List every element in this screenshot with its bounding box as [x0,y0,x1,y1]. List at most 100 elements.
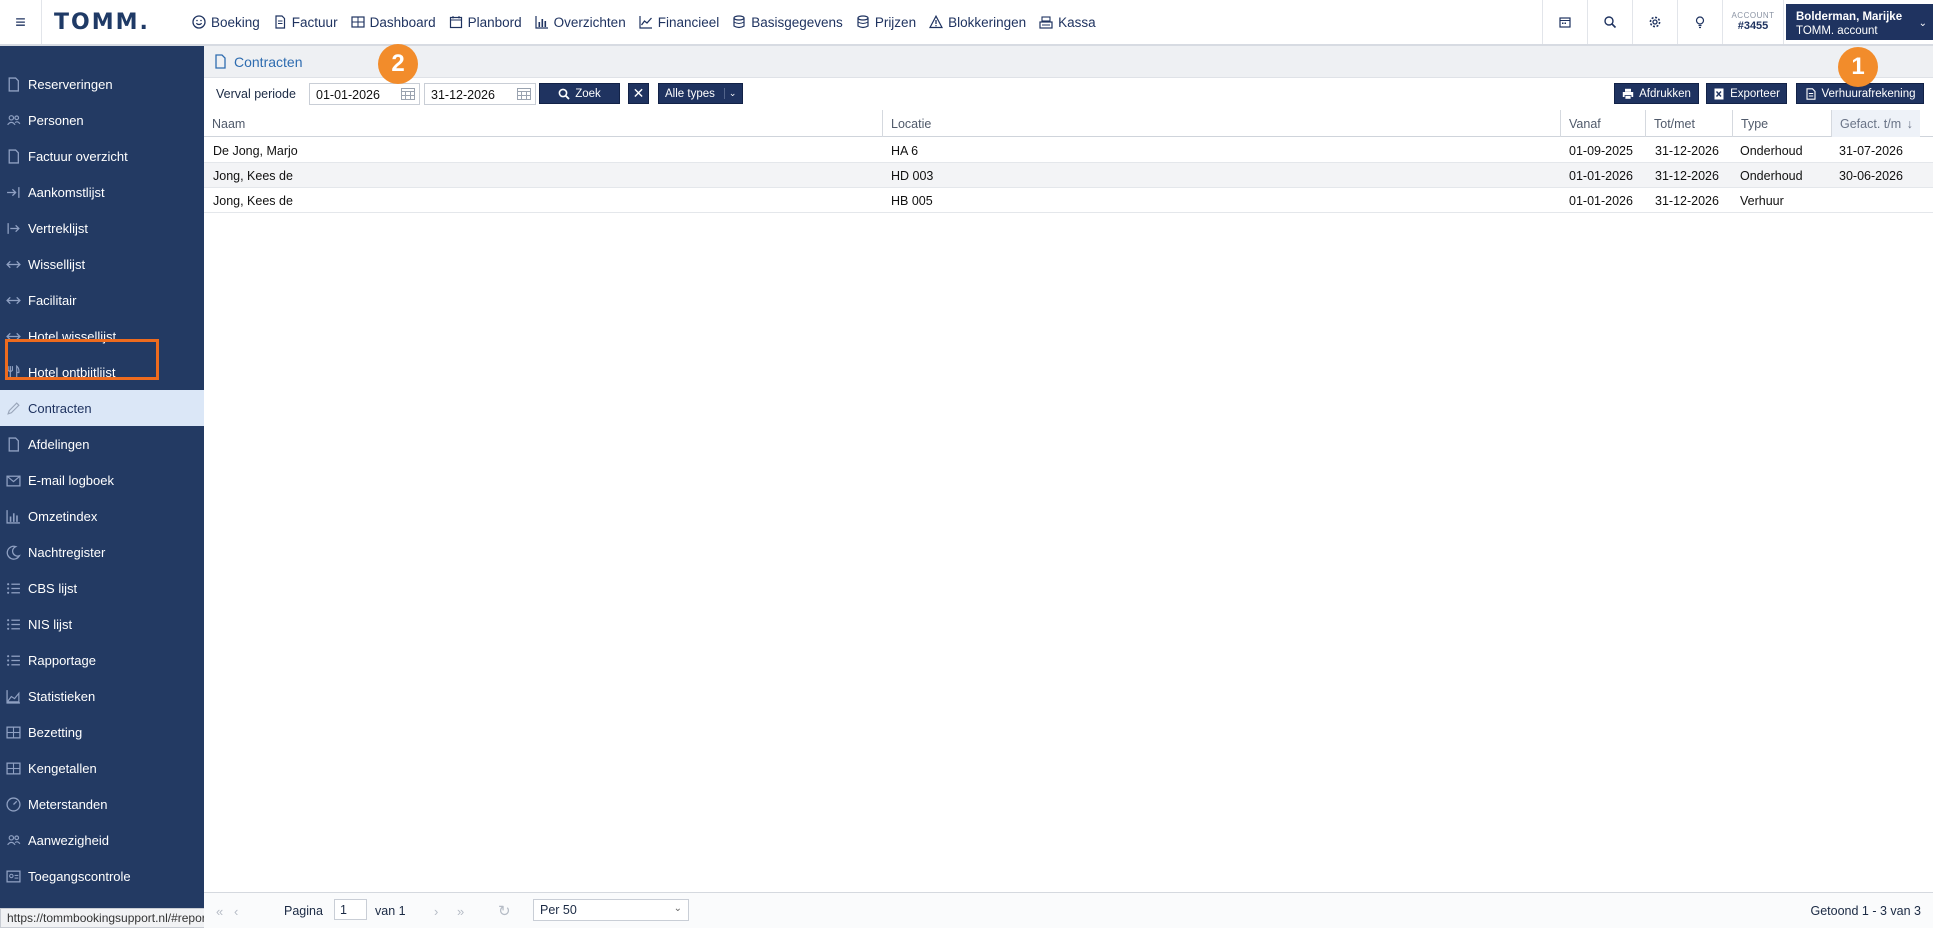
sidebar-item-afdelingen[interactable]: Afdelingen [0,426,204,462]
last-page-icon[interactable]: » [457,904,464,919]
sidebar-item-email-logboek[interactable]: E-mail logboek [0,462,204,498]
calendar-button[interactable] [1542,0,1587,44]
menu-icon[interactable]: ≡ [0,0,42,44]
nav-basisgegevens[interactable]: Basisgegevens [732,15,843,30]
sidebar-item-label: Aankomstlijst [28,184,105,200]
id-card-icon [0,869,28,884]
sidebar-item-vertreklijst[interactable]: Vertreklijst [0,210,204,246]
sidebar-item-facilitair[interactable]: Facilitair [0,282,204,318]
sidebar-item-wissellijst[interactable]: Wissellijst [0,246,204,282]
nav-planbord[interactable]: Planbord [449,15,522,30]
sidebar-item-toegangscontrole[interactable]: Toegangscontrole [0,858,204,894]
filter-bar: Verval periode 01-01-2026 31-12-2026 Zoe… [204,78,1933,110]
nav-factuur[interactable]: Factuur [273,15,338,30]
sidebar-item-label: Statistieken [28,688,96,704]
sidebar-item-aanwezigheid[interactable]: Aanwezigheid [0,822,204,858]
nav-blokkeringen[interactable]: Blokkeringen [929,15,1026,30]
sidebar-item-aankomstlijst[interactable]: Aankomstlijst [0,174,204,210]
sidebar-item-rapportage[interactable]: Rapportage [0,642,204,678]
bar-chart-icon [0,509,28,524]
sidebar-item-nachtregister[interactable]: Nachtregister [0,534,204,570]
next-page-icon[interactable]: › [434,904,438,919]
settings-button[interactable] [1632,0,1677,44]
nav-overzichten[interactable]: Overzichten [535,15,626,30]
gauge-icon [0,796,28,812]
search-button[interactable]: Zoek [539,83,620,104]
main-menu: Boeking Factuur Dashboard Planbord Overz… [192,0,1109,44]
nav-prijzen[interactable]: Prijzen [856,15,916,30]
nav-kassa[interactable]: Kassa [1039,15,1096,30]
cell-naam: Jong, Kees de [213,169,293,183]
sidebar-item-label: NIS lijst [28,616,73,632]
sidebar-item-personen[interactable]: Personen [0,102,204,138]
warning-icon [929,15,944,29]
pagination-bar: « ‹ Pagina 1 van 1 › » ↻ Per 50 ⌄ Getoon… [204,892,1933,928]
dashboard-grid-icon [350,16,365,28]
column-header-totmet[interactable]: Tot/met [1645,110,1732,137]
nav-financieel[interactable]: Financieel [639,14,720,30]
sidebar-item-nis-lijst[interactable]: NIS lijst [0,606,204,642]
grid-icon [0,725,28,740]
account-info[interactable]: ACCOUNT #3455 [1722,0,1784,44]
logo[interactable]: TOMM. [42,10,192,35]
chevron-down-icon: ⌄ [723,88,736,99]
sidebar-item-contracten[interactable]: Contracten [0,390,204,426]
user-name: Bolderman, Marijke [1796,11,1903,23]
export-button[interactable]: Exporteer [1706,83,1787,104]
date-to-input[interactable]: 31-12-2026 [424,83,536,105]
sidebar-item-factuur-overzicht[interactable]: Factuur overzicht [0,138,204,174]
sidebar-item-label: Bezetting [28,724,83,740]
nav-label: Financieel [657,14,720,30]
search-button[interactable] [1587,0,1632,44]
previous-page-icon[interactable]: ‹ [234,904,238,919]
cell-vanaf: 01-01-2026 [1569,194,1633,208]
refresh-icon[interactable]: ↻ [498,902,511,920]
column-header-vanaf[interactable]: Vanaf [1560,110,1645,137]
print-button[interactable]: Afdrukken [1614,83,1699,104]
sidebar-item-kengetallen[interactable]: Kengetallen [0,750,204,786]
table-row[interactable]: De Jong, Marjo HA 6 01-09-2025 31-12-202… [204,138,1933,163]
first-page-icon[interactable]: « [216,904,223,919]
cell-naam: Jong, Kees de [213,194,293,208]
column-header-label: Gefact. t/m [1840,117,1902,131]
per-page-select[interactable]: Per 50 ⌄ [533,899,689,921]
sidebar-item-label: Factuur overzicht [28,148,128,164]
list-icon [0,653,28,668]
type-select[interactable]: Alle types ⌄ [658,83,743,104]
column-header-gefact[interactable]: Gefact. t/m ↓ [1831,110,1920,137]
nav-dashboard[interactable]: Dashboard [350,15,436,30]
clear-filter-button[interactable]: ✕ [628,83,649,104]
people-icon [0,833,28,848]
column-header-locatie[interactable]: Locatie [882,110,1560,137]
document-icon [0,76,28,92]
sidebar-item-label: Rapportage [28,652,96,668]
table-row[interactable]: Jong, Kees de HD 003 01-01-2026 31-12-20… [204,163,1933,188]
column-header-type[interactable]: Type [1732,110,1831,137]
table-row[interactable]: Jong, Kees de HB 005 01-01-2026 31-12-20… [204,188,1933,213]
nav-boeking[interactable]: Boeking [192,15,260,30]
cell-type: Onderhoud [1740,169,1803,183]
column-header-naam[interactable]: Naam [204,110,882,137]
sidebar-item-omzetindex[interactable]: Omzetindex [0,498,204,534]
line-chart-icon [639,16,652,29]
arrow-down-icon: ↓ [1906,117,1913,131]
sidebar-item-reserveringen[interactable]: Reserveringen [0,66,204,102]
user-menu[interactable]: Bolderman, Marijke TOMM. account ⌄ [1786,4,1933,40]
sidebar-item-statistieken[interactable]: Statistieken [0,678,204,714]
database-icon [857,15,869,29]
calendar-icon[interactable] [401,88,415,100]
database-icon [733,15,745,29]
sidebar-item-bezetting[interactable]: Bezetting [0,714,204,750]
list-icon [0,581,28,596]
calendar-icon[interactable] [517,88,531,100]
help-button[interactable] [1677,0,1722,44]
sidebar-item-label: Nachtregister [28,544,106,560]
sidebar-item-meterstanden[interactable]: Meterstanden [0,786,204,822]
date-to-value: 31-12-2026 [431,88,495,102]
search-icon [558,88,570,100]
page-number-input[interactable]: 1 [334,899,367,920]
nav-label: Kassa [1058,14,1096,30]
date-from-input[interactable]: 01-01-2026 [309,83,420,105]
sidebar-item-cbs-lijst[interactable]: CBS lijst [0,570,204,606]
document-icon [215,54,226,69]
